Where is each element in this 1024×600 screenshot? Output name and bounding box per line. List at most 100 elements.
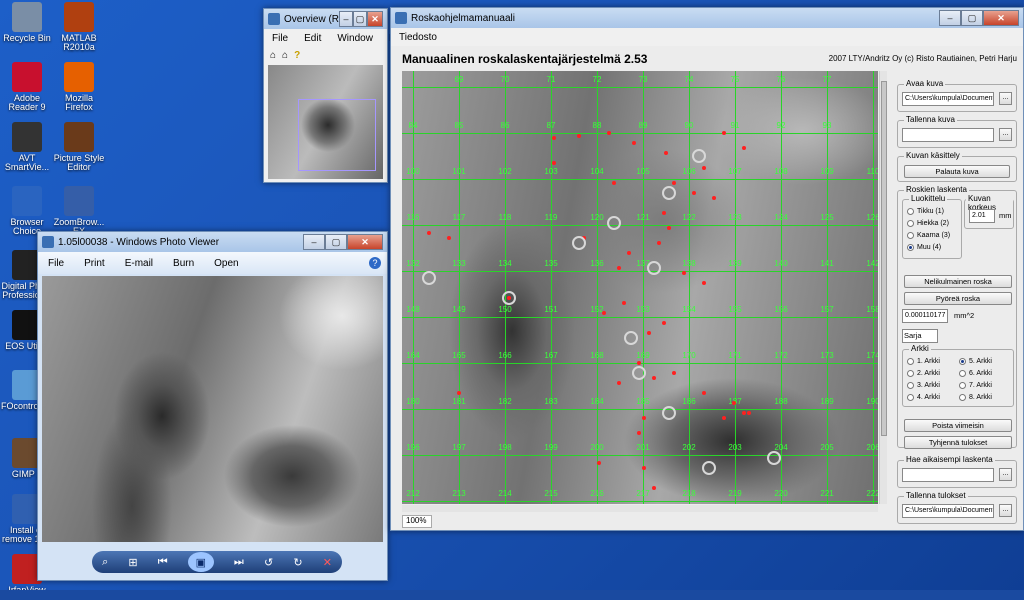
sheet-option[interactable]: 7. Arkki: [959, 382, 992, 389]
debris-marker[interactable]: [747, 411, 751, 415]
round-debris-button[interactable]: Pyöreä roska: [904, 292, 1012, 305]
maximize-button[interactable]: ▢: [961, 10, 983, 26]
browse-open-button[interactable]: ...: [999, 92, 1012, 105]
remove-last-button[interactable]: Poista viimeisin: [904, 419, 1012, 432]
rectangular-debris-button[interactable]: Nelikulmainen roska: [904, 275, 1012, 288]
sheet-option[interactable]: 1. Arkki: [907, 358, 940, 365]
debris-marker[interactable]: [682, 271, 686, 275]
delete-icon[interactable]: ✕: [323, 556, 332, 569]
debris-marker[interactable]: [742, 411, 746, 415]
classification-option[interactable]: Tikku (1): [907, 208, 944, 215]
debris-marker[interactable]: [672, 371, 676, 375]
debris-marker[interactable]: [652, 486, 656, 490]
photo-viewer-titlebar[interactable]: 1.05l00038 - Windows Photo Viewer – ▢ ✕: [38, 232, 387, 252]
maximize-button[interactable]: ▢: [353, 11, 367, 27]
menu-file[interactable]: File: [264, 33, 296, 44]
avt-smartview-shortcut[interactable]: AVT SmartVie...: [0, 122, 54, 173]
sheet-option[interactable]: 8. Arkki: [959, 394, 992, 401]
debris-marker[interactable]: [742, 146, 746, 150]
debris-marker[interactable]: [712, 196, 716, 200]
sheet-option[interactable]: 5. Arkki: [959, 358, 992, 365]
zoom-icon[interactable]: ⌕: [102, 556, 108, 569]
sheet-option[interactable]: 4. Arkki: [907, 394, 940, 401]
sheet-option[interactable]: 6. Arkki: [959, 370, 992, 377]
debris-marker[interactable]: [642, 416, 646, 420]
debris-marker[interactable]: [447, 236, 451, 240]
debris-marker[interactable]: [642, 466, 646, 470]
save-image-path[interactable]: [902, 128, 994, 142]
debris-marker[interactable]: [647, 331, 651, 335]
clear-results-button[interactable]: Tyhjennä tulokset: [904, 436, 1012, 449]
debris-marker[interactable]: [627, 251, 631, 255]
open-image-path[interactable]: C:\Users\kumpula\Documents\: [902, 92, 994, 106]
image-grid[interactable]: 69 70 71 72 73 74 75 76 77 84 85 86 87 88 89 90 91 92 93 10…: [402, 71, 878, 504]
menu-file[interactable]: File: [38, 258, 74, 269]
scroll-thumb[interactable]: [881, 81, 887, 436]
horizontal-scrollbar[interactable]: [402, 505, 878, 512]
menu-burn[interactable]: Burn: [163, 258, 204, 269]
overview-image[interactable]: [268, 65, 383, 179]
debris-marker[interactable]: [692, 191, 696, 195]
debris-marker[interactable]: [457, 391, 461, 395]
debris-marker[interactable]: [577, 134, 581, 138]
menu-window[interactable]: Window: [329, 33, 381, 44]
debris-marker[interactable]: [607, 131, 611, 135]
debris-marker[interactable]: [672, 181, 676, 185]
debris-marker[interactable]: [664, 151, 668, 155]
matlab-shortcut[interactable]: MATLAB R2010a: [52, 2, 106, 53]
classification-option[interactable]: Hiekka (2): [907, 220, 949, 227]
firefox-shortcut[interactable]: Mozilla Firefox: [52, 62, 106, 113]
slideshow-icon[interactable]: ▣: [187, 552, 214, 572]
menu-edit[interactable]: Edit: [296, 33, 329, 44]
debris-marker[interactable]: [602, 311, 606, 315]
adobe-reader-shortcut[interactable]: Adobe Reader 9: [0, 62, 54, 113]
restore-image-button[interactable]: Palauta kuva: [904, 165, 1010, 178]
debris-marker[interactable]: [702, 391, 706, 395]
overview-titlebar[interactable]: Overview (R... – ▢ ✕: [264, 9, 387, 29]
minimize-button[interactable]: –: [939, 10, 961, 26]
debris-marker[interactable]: [612, 181, 616, 185]
debris-marker[interactable]: [617, 266, 621, 270]
minimize-button[interactable]: –: [339, 11, 353, 27]
debris-marker[interactable]: [652, 376, 656, 380]
debris-marker[interactable]: [662, 211, 666, 215]
debris-marker[interactable]: [657, 241, 661, 245]
tool-shape2-icon[interactable]: ⌂: [282, 50, 288, 61]
sheet-option[interactable]: 3. Arkki: [907, 382, 940, 389]
sheet-option[interactable]: 2. Arkki: [907, 370, 940, 377]
classification-option[interactable]: Muu (4): [907, 244, 941, 251]
menu-email[interactable]: E-mail: [115, 258, 163, 269]
menu-print[interactable]: Print: [74, 258, 115, 269]
debris-marker[interactable]: [667, 226, 671, 230]
close-button[interactable]: ✕: [347, 234, 383, 250]
tool-shape-icon[interactable]: ⌂: [270, 50, 276, 61]
recycle-bin-shortcut[interactable]: Recycle Bin: [0, 2, 54, 43]
debris-marker[interactable]: [552, 136, 556, 140]
debris-marker[interactable]: [632, 141, 636, 145]
debris-marker[interactable]: [637, 431, 641, 435]
menu-open[interactable]: Open: [204, 258, 248, 269]
help-icon[interactable]: ?: [369, 257, 381, 269]
classification-option[interactable]: Kaarna (3): [907, 232, 950, 239]
close-button[interactable]: ✕: [367, 11, 383, 27]
debris-marker[interactable]: [427, 231, 431, 235]
browser-choice-shortcut[interactable]: Browser Choice: [0, 186, 54, 237]
browse-load-button[interactable]: ...: [999, 468, 1012, 481]
vertical-scrollbar[interactable]: [879, 71, 887, 504]
debris-marker[interactable]: [552, 161, 556, 165]
maximize-button[interactable]: ▢: [325, 234, 347, 250]
picture-style-editor-shortcut[interactable]: Picture Style Editor: [52, 122, 106, 173]
next-icon[interactable]: ⏭: [234, 556, 244, 569]
debris-marker[interactable]: [702, 281, 706, 285]
debris-marker[interactable]: [622, 301, 626, 305]
actual-size-icon[interactable]: ⊞: [128, 556, 137, 569]
image-height-input[interactable]: 2.01: [969, 209, 995, 223]
debris-marker[interactable]: [722, 416, 726, 420]
close-button[interactable]: ✕: [983, 10, 1019, 26]
debris-marker[interactable]: [597, 461, 601, 465]
overview-viewport-rect[interactable]: [298, 99, 376, 171]
debris-marker[interactable]: [637, 361, 641, 365]
debris-marker[interactable]: [732, 401, 736, 405]
debris-marker[interactable]: [702, 166, 706, 170]
minimize-button[interactable]: –: [303, 234, 325, 250]
